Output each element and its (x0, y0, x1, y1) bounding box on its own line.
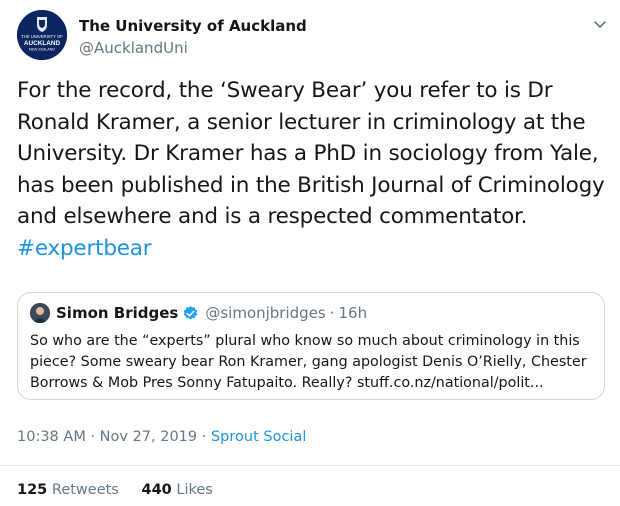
quoted-tweet-header: Simon Bridges @simonjbridges · 16h (56, 304, 367, 322)
tweet-text-line: has been published in the British Journa… (17, 172, 605, 198)
retweets-stat[interactable]: 125 Retweets (17, 482, 123, 498)
divider (0, 465, 620, 466)
logo-line-3: NEW ZEALAND (29, 48, 55, 52)
likes-stat[interactable]: 440 Likes (141, 482, 212, 498)
quoted-text-line: Borrows & Mob Pres Sonny Fatupaito. Real… (30, 375, 544, 391)
tweet-text-line: and elsewhere and is a respected comment… (17, 204, 528, 229)
logo-line-2: AUCKLAND (24, 40, 61, 47)
quoted-tweet-text: So who are the “experts” plural who know… (30, 331, 596, 394)
chevron-down-icon (594, 21, 606, 28)
more-options-button[interactable] (590, 14, 610, 34)
tweet-date[interactable]: Nov 27, 2019 (100, 429, 197, 445)
tweet-text-line: For the record, the ‘Sweary Bear’ you re… (17, 78, 553, 103)
author-name[interactable]: The University of Auckland (79, 17, 307, 35)
engagement-stats: 125 Retweets 440 Likes (17, 482, 213, 498)
author-handle[interactable]: @AucklandUni (79, 39, 188, 57)
tweet-source-link[interactable]: Sprout Social (211, 429, 306, 445)
likes-count: 440 (141, 482, 172, 498)
tweet-text-line: Ronald Kramer, a senior lecturer in crim… (17, 109, 586, 135)
separator-dot: · (201, 429, 207, 445)
tweet-time[interactable]: 10:38 AM (17, 429, 86, 445)
quoted-text-line: So who are the “experts” plural who know… (30, 333, 580, 349)
tweet-metadata: 10:38 AM · Nov 27, 2019 · Sprout Social (17, 429, 306, 445)
retweets-label: Retweets (51, 482, 119, 498)
verified-badge-icon (182, 305, 199, 322)
quoted-tweet-time[interactable]: 16h (339, 304, 368, 322)
person-avatar-icon (30, 303, 50, 323)
hashtag-link[interactable]: #expertbear (17, 233, 612, 265)
university-crest-icon: THE UNIVERSITY OF AUCKLAND NEW ZEALAND (17, 10, 67, 60)
tweet-text: For the record, the ‘Sweary Bear’ you re… (17, 75, 612, 264)
quoted-author-avatar (30, 303, 50, 323)
quoted-author-name[interactable]: Simon Bridges (56, 304, 178, 322)
quoted-tweet[interactable]: Simon Bridges @simonjbridges · 16h So wh… (17, 292, 605, 400)
quoted-author-handle[interactable]: @simonjbridges (205, 304, 325, 322)
logo-line-1: THE UNIVERSITY OF (21, 34, 63, 39)
tweet-text-line: University. Dr Kramer has a PhD in socio… (17, 141, 599, 166)
separator-dot: · (329, 304, 335, 322)
tweet-card: THE UNIVERSITY OF AUCKLAND NEW ZEALAND T… (0, 0, 620, 506)
likes-label: Likes (176, 482, 213, 498)
quoted-text-line: piece? Some sweary bear Ron Kramer, gang… (30, 354, 587, 370)
retweets-count: 125 (17, 482, 48, 498)
separator-dot: · (90, 429, 96, 445)
university-logo-avatar[interactable]: THE UNIVERSITY OF AUCKLAND NEW ZEALAND (17, 10, 67, 60)
